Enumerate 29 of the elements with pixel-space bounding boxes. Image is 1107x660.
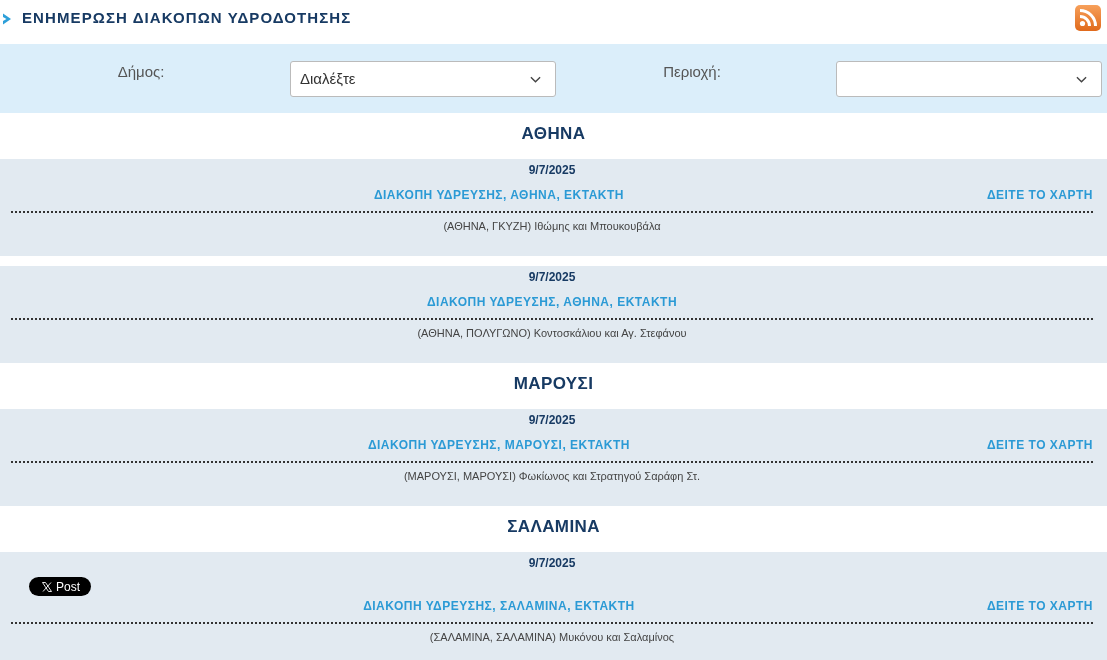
notice-title-link[interactable]: ΔΙΑΚΟΠΗ ΥΔΡΕΥΣΗΣ, ΣΑΛΑΜΙΝΑ, ΕΚΤΑΚΤΗ — [11, 597, 987, 615]
filter-label: Δήμος: — [117, 62, 166, 82]
notice-title-link[interactable]: ΔΙΑΚΟΠΗ ΥΔΡΕΥΣΗΣ, ΑΘΗΝΑ, ΕΚΤΑΚΤΗ — [11, 293, 1093, 311]
notice-details: (ΑΘΗΝΑ, ΠΟΛΥΓΩΝΟ) Κοντοσκάλιου και Αγ. Στεφάνου — [416, 326, 688, 341]
map-link[interactable]: ΔΕΙΤΕ ΤΟ ΧΑΡΤΗ — [986, 186, 1093, 204]
dropdown[interactable] — [836, 61, 1102, 97]
filter-label: Περιοχή: — [663, 62, 722, 82]
notice-date: 9/7/2025 — [527, 162, 577, 179]
map-link[interactable]: ΔΕΙΤΕ ΤΟ ΧΑΡΤΗ — [986, 436, 1093, 454]
post-button[interactable]: Post — [29, 577, 91, 596]
chevron-icon — [2, 13, 12, 25]
area-heading: ΜΑΡΟΥΣΙ — [512, 373, 595, 395]
area-heading: ΣΑΛΑΜΙΝΑ — [506, 516, 601, 538]
notice-date: 9/7/2025 — [527, 269, 577, 286]
x-logo-icon — [42, 581, 52, 592]
rss-feed-icon[interactable] — [1075, 5, 1101, 31]
dropdown[interactable]: Διαλέξτε — [290, 61, 556, 97]
caret-icon — [1076, 75, 1087, 83]
notice-title-link[interactable]: ΔΙΑΚΟΠΗ ΥΔΡΕΥΣΗΣ, ΑΘΗΝΑ, ΕΚΤΑΚΤΗ — [11, 186, 987, 204]
notice-details: (ΣΑΛΑΜΙΝΑ, ΣΑΛΑΜΙΝΑ) Μυκόνου και Σαλαμίνος — [428, 630, 676, 645]
notice-date: 9/7/2025 — [527, 412, 577, 429]
notice-title-link[interactable]: ΔΙΑΚΟΠΗ ΥΔΡΕΥΣΗΣ, ΜΑΡΟΥΣΙ, ΕΚΤΑΚΤΗ — [11, 436, 987, 454]
notice-details: (ΜΑΡΟΥΣΙ, ΜΑΡΟΥΣΙ) Φωκίωνος και Στρατηγού Σαράφη Στ. — [402, 469, 702, 484]
caret-icon — [530, 75, 541, 83]
map-link[interactable]: ΔΕΙΤΕ ΤΟ ΧΑΡΤΗ — [986, 597, 1093, 615]
area-heading: ΑΘΗΝΑ — [520, 123, 587, 145]
notice-date: 9/7/2025 — [527, 555, 577, 572]
notice-details: (ΑΘΗΝΑ, ΓΚΥΖΗ) Ιθώμης και Μπουκουβάλα — [442, 219, 662, 234]
page-title: ΕΝΗΜΕΡΩΣΗ ΔΙΑΚΟΠΩΝ ΥΔΡΟΔΟΤΗΣΗΣ — [22, 9, 352, 27]
